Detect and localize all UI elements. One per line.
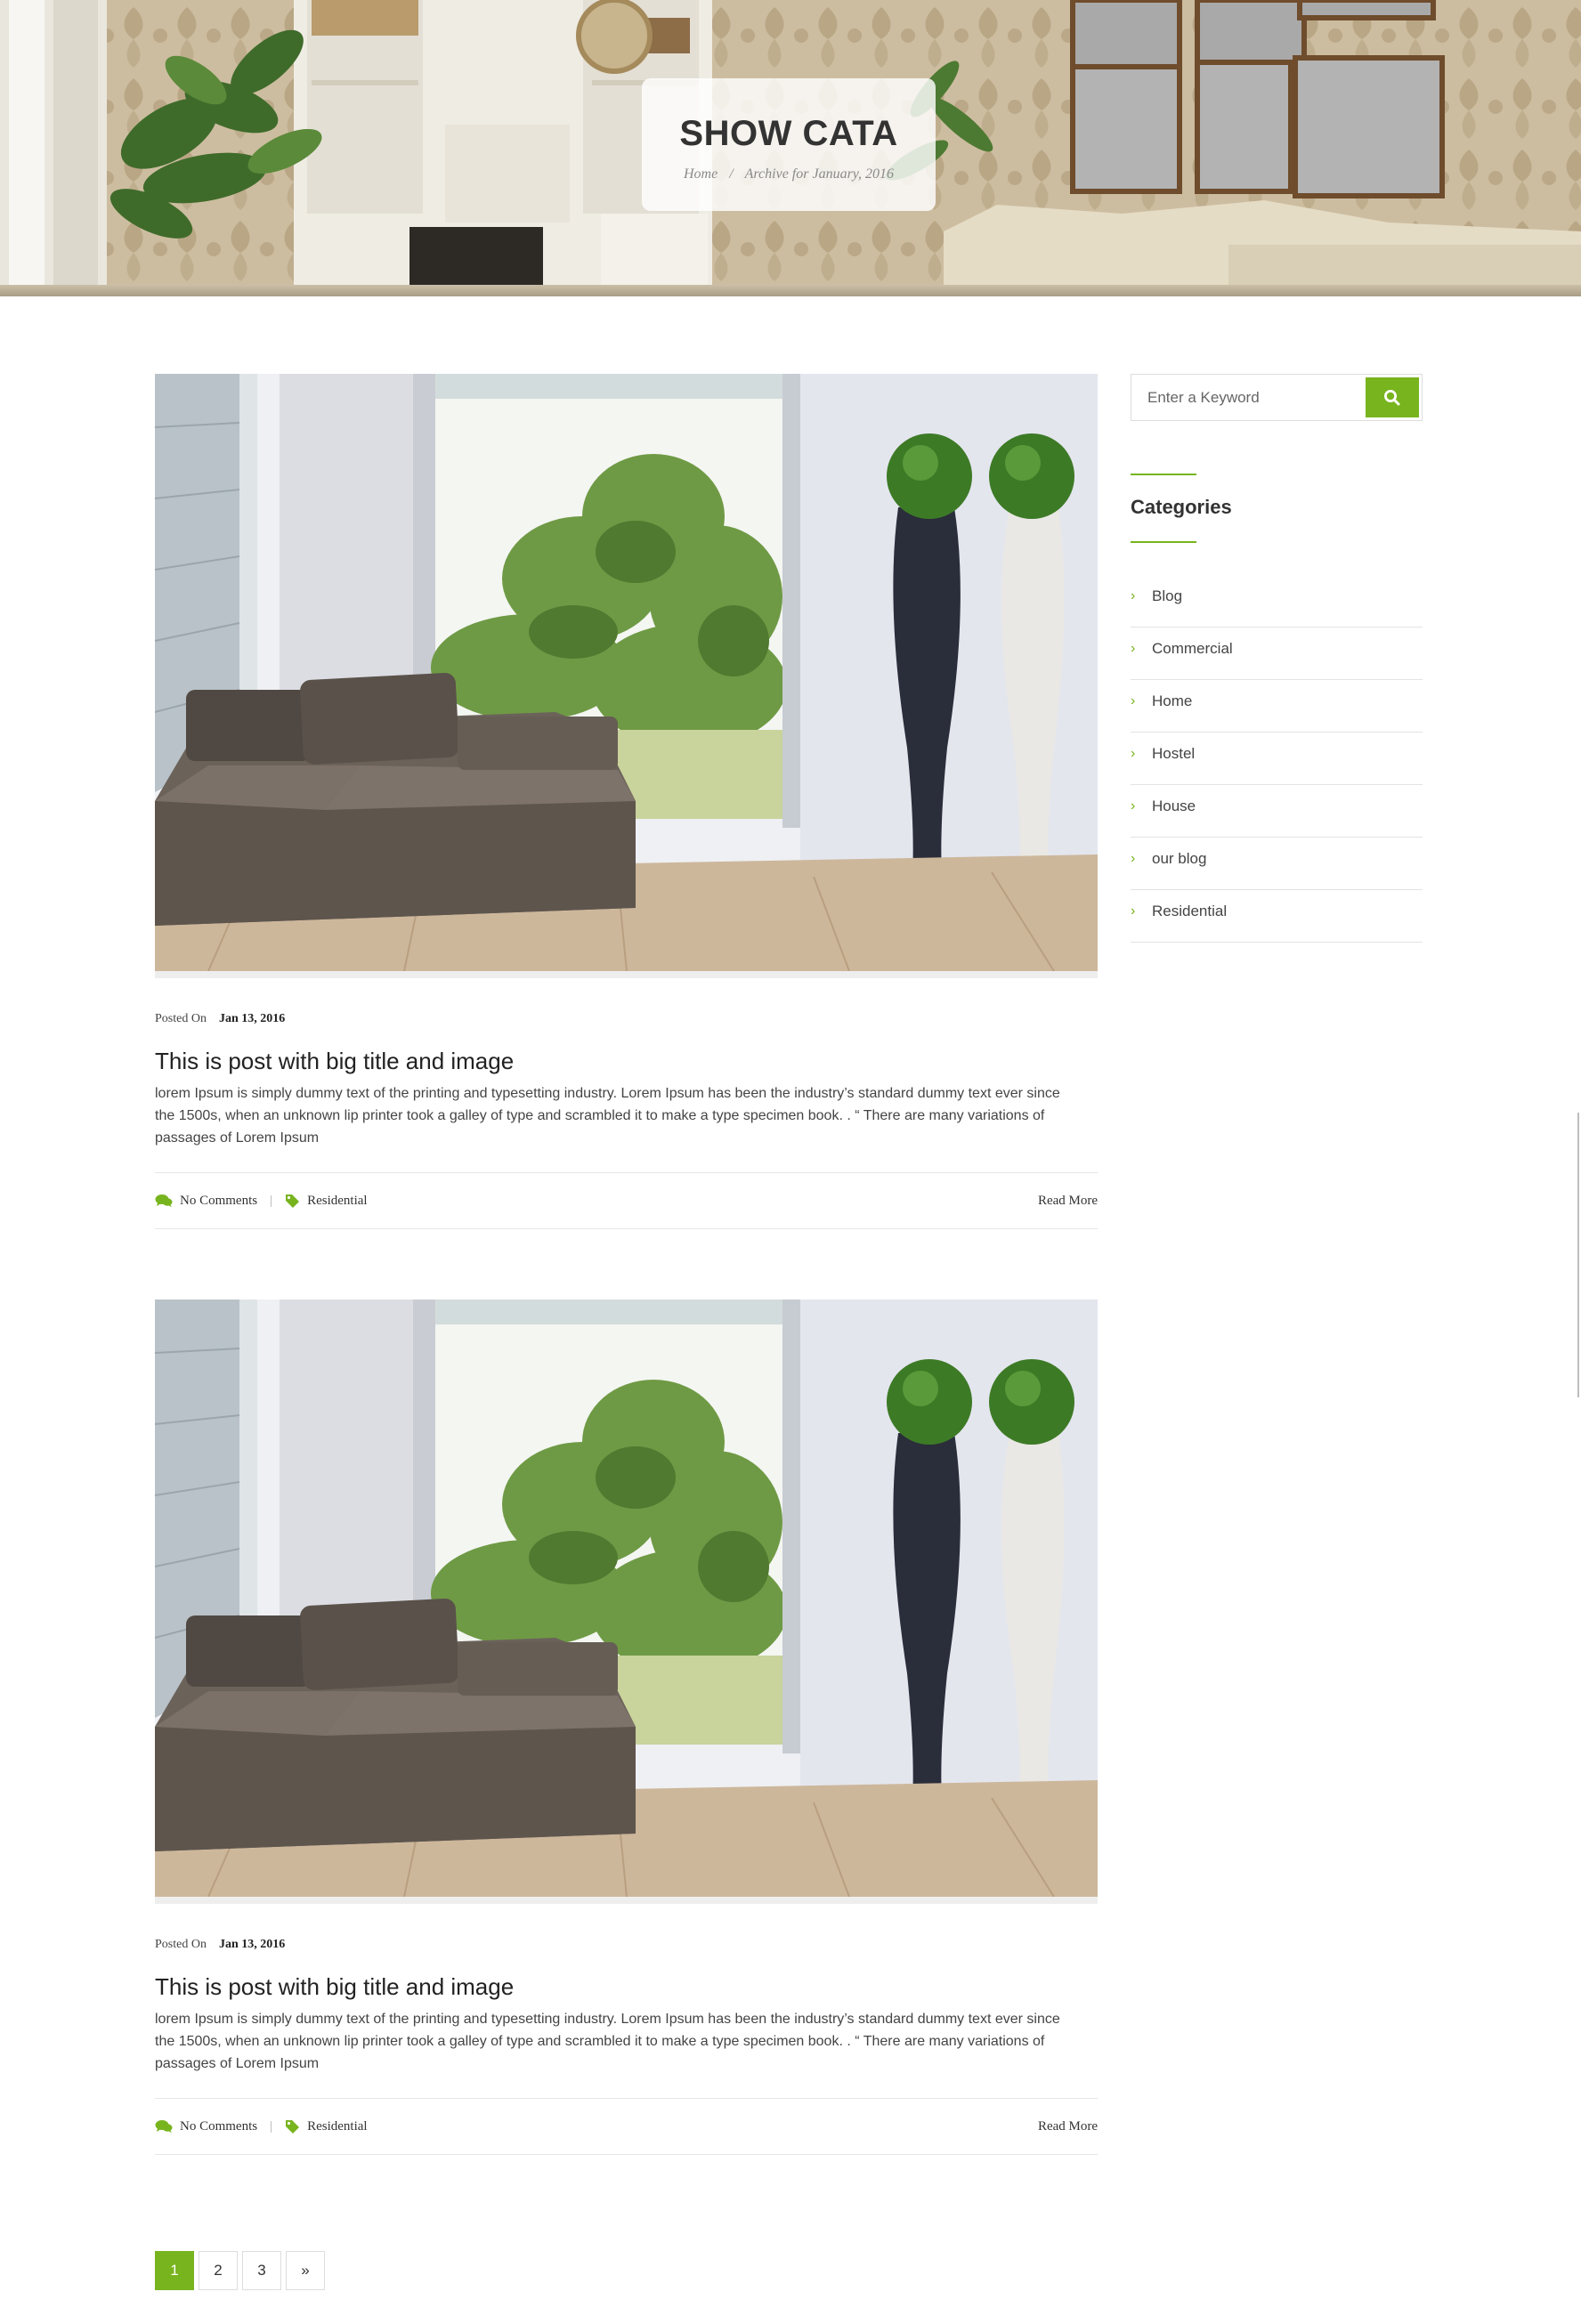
meta-divider: | bbox=[270, 2118, 273, 2134]
tag-icon bbox=[285, 1194, 300, 1209]
post-image-underline bbox=[155, 971, 1098, 978]
chevron-right-icon: › bbox=[1131, 588, 1136, 603]
category-label: Blog bbox=[1152, 587, 1183, 604]
blog-post: Posted On Jan 13, 2016 This is post with … bbox=[155, 374, 1098, 1229]
post-title[interactable]: This is post with big title and image bbox=[155, 1048, 1098, 1075]
widget-title-top-rule bbox=[1131, 474, 1196, 475]
scrollbar-track[interactable] bbox=[1577, 1113, 1579, 1397]
posted-on-label: Posted On bbox=[155, 1012, 207, 1025]
page-title: SHOW CATA bbox=[679, 114, 898, 153]
post-image-underline bbox=[155, 1897, 1098, 1904]
pagination: 1 2 3 » bbox=[155, 2251, 329, 2290]
read-more-link[interactable]: Read More bbox=[1038, 1194, 1098, 1209]
search-button[interactable] bbox=[1366, 377, 1419, 417]
post-footer: No Comments | Residential Read More bbox=[155, 1172, 1098, 1229]
search-icon bbox=[1384, 389, 1400, 405]
page-2-button[interactable]: 2 bbox=[199, 2251, 238, 2290]
category-label: Residential bbox=[1152, 903, 1228, 919]
page-3-button[interactable]: 3 bbox=[242, 2251, 281, 2290]
category-item-commercial[interactable]: › Commercial bbox=[1131, 628, 1423, 680]
post-date: Jan 13, 2016 bbox=[218, 1938, 286, 1951]
category-label: Hostel bbox=[1152, 745, 1196, 762]
read-more-link[interactable]: Read More bbox=[1038, 2119, 1098, 2134]
chevron-right-icon: › bbox=[1131, 903, 1136, 919]
category-item-blog[interactable]: › Blog bbox=[1131, 575, 1423, 628]
post-title[interactable]: This is post with big title and image bbox=[155, 1973, 1098, 2001]
post-excerpt: lorem Ipsum is simply dummy text of the … bbox=[155, 2012, 1060, 2071]
hero-title-box: SHOW CATA Home / Archive for January, 2016 bbox=[642, 78, 936, 211]
category-label: Commercial bbox=[1152, 640, 1233, 657]
post-meta: Posted On Jan 13, 2016 bbox=[155, 1938, 1098, 1952]
categories-title: Categories bbox=[1131, 496, 1232, 518]
chevron-right-icon: › bbox=[1131, 693, 1136, 709]
living-room-photo bbox=[155, 1300, 1098, 1897]
post-meta: Posted On Jan 13, 2016 bbox=[155, 1012, 1098, 1026]
search-form bbox=[1131, 374, 1423, 421]
post-date: Jan 13, 2016 bbox=[218, 1012, 286, 1025]
breadcrumb-separator: / bbox=[729, 166, 734, 182]
post-excerpt: lorem Ipsum is simply dummy text of the … bbox=[155, 1086, 1060, 1146]
category-item-hostel[interactable]: › Hostel bbox=[1131, 733, 1423, 785]
tag-icon bbox=[285, 2119, 300, 2134]
post-featured-image[interactable] bbox=[155, 1300, 1098, 1897]
breadcrumb-home-link[interactable]: Home bbox=[684, 166, 718, 182]
living-room-photo bbox=[155, 374, 1098, 971]
category-item-house[interactable]: › House bbox=[1131, 785, 1423, 838]
next-page-button[interactable]: » bbox=[286, 2251, 325, 2290]
comments-link[interactable]: No Comments bbox=[180, 2119, 257, 2134]
posted-on-label: Posted On bbox=[155, 1938, 207, 1951]
category-label: our blog bbox=[1152, 850, 1207, 867]
breadcrumb-current: Archive for January, 2016 bbox=[744, 166, 895, 182]
comments-icon bbox=[155, 1194, 173, 1208]
comments-link[interactable]: No Comments bbox=[180, 1194, 257, 1209]
chevron-right-icon: › bbox=[1131, 641, 1136, 656]
chevron-right-icon: › bbox=[1131, 746, 1136, 761]
category-item-residential[interactable]: › Residential bbox=[1131, 890, 1423, 943]
comments-icon bbox=[155, 2119, 173, 2134]
meta-divider: | bbox=[270, 1193, 273, 1208]
search-input[interactable] bbox=[1131, 375, 1366, 420]
category-item-our-blog[interactable]: › our blog bbox=[1131, 838, 1423, 890]
post-featured-image[interactable] bbox=[155, 374, 1098, 971]
category-label: House bbox=[1152, 798, 1196, 814]
page-1-button[interactable]: 1 bbox=[155, 2251, 194, 2290]
category-label: Home bbox=[1152, 692, 1193, 709]
widget-title-bottom-rule bbox=[1131, 541, 1196, 543]
post-category-link[interactable]: Residential bbox=[307, 1194, 368, 1209]
categories-list: › Blog › Commercial › Home › Hostel › House ›… bbox=[1131, 575, 1423, 943]
blog-post: Posted On Jan 13, 2016 This is post with … bbox=[155, 1300, 1098, 2155]
page-hero: SHOW CATA Home / Archive for January, 2016 bbox=[0, 0, 1581, 296]
chevron-right-icon: › bbox=[1131, 851, 1136, 866]
category-item-home[interactable]: › Home bbox=[1131, 680, 1423, 733]
post-footer: No Comments | Residential Read More bbox=[155, 2098, 1098, 2155]
chevron-right-icon: › bbox=[1131, 798, 1136, 814]
post-category-link[interactable]: Residential bbox=[307, 2119, 368, 2134]
breadcrumb: Home / Archive for January, 2016 bbox=[642, 166, 936, 182]
